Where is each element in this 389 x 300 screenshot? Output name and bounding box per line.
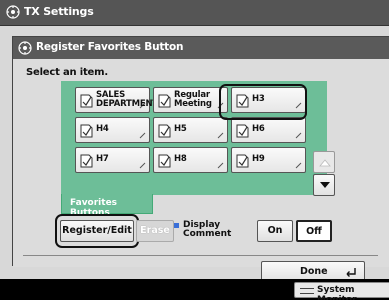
off-label: Off bbox=[306, 226, 322, 237]
display-comment-label: Display Comment bbox=[174, 220, 232, 239]
select-item-prompt: Select an item. bbox=[26, 67, 108, 78]
document-icon bbox=[80, 124, 93, 138]
favorite-button[interactable]: H5 bbox=[153, 117, 228, 143]
display-comment-off-button[interactable]: Off bbox=[296, 220, 332, 242]
system-monitor-button[interactable]: System Monitor bbox=[294, 282, 389, 300]
favorite-button-label: H8 bbox=[174, 154, 187, 164]
done-label: Done bbox=[300, 266, 328, 277]
system-monitor-label: System Monitor bbox=[317, 285, 357, 300]
settings-icon bbox=[6, 5, 20, 19]
favorite-button-label: H6 bbox=[252, 124, 265, 134]
favorite-button[interactable]: Regular Meeting bbox=[153, 87, 228, 113]
resize-corner-icon bbox=[139, 132, 146, 139]
scroll-up-button[interactable] bbox=[313, 151, 335, 173]
divider bbox=[23, 255, 378, 256]
system-bar: System Monitor bbox=[0, 279, 389, 300]
monitor-icon bbox=[300, 288, 314, 294]
favorites-buttons-tab[interactable]: Favorites Buttons bbox=[61, 194, 153, 218]
window-title: TX Settings bbox=[24, 5, 94, 18]
favorite-button-label: H4 bbox=[96, 124, 109, 134]
window-title-bar: TX Settings bbox=[0, 0, 389, 26]
document-icon bbox=[158, 94, 171, 108]
favorite-button[interactable]: H6 bbox=[231, 117, 306, 143]
favorite-button-label: H5 bbox=[174, 124, 187, 134]
resize-corner-icon bbox=[139, 162, 146, 169]
register-edit-label: Register/Edit bbox=[62, 225, 132, 236]
resize-corner-icon bbox=[295, 132, 302, 139]
settings-icon bbox=[18, 41, 32, 55]
register-edit-button[interactable]: Register/Edit bbox=[60, 220, 134, 242]
favorite-button[interactable]: H7 bbox=[75, 147, 150, 173]
dialog-title-bar: Register Favorites Button bbox=[13, 37, 389, 59]
favorite-button[interactable]: H8 bbox=[153, 147, 228, 173]
document-icon bbox=[236, 124, 249, 138]
document-icon bbox=[236, 154, 249, 168]
resize-corner-icon bbox=[217, 132, 224, 139]
document-icon bbox=[80, 94, 93, 108]
chevron-up-icon bbox=[319, 159, 331, 167]
erase-label: Erase bbox=[140, 225, 170, 236]
favorite-button-label: H7 bbox=[96, 154, 109, 164]
chevron-down-icon bbox=[320, 182, 330, 188]
document-icon bbox=[158, 124, 171, 138]
selected-highlight bbox=[219, 84, 307, 120]
document-icon bbox=[80, 154, 93, 168]
favorite-button[interactable]: H4 bbox=[75, 117, 150, 143]
resize-corner-icon bbox=[295, 162, 302, 169]
favorite-button[interactable]: H9 bbox=[231, 147, 306, 173]
display-comment-text: Display Comment bbox=[183, 220, 232, 239]
display-comment-on-button[interactable]: On bbox=[257, 220, 293, 242]
favorite-button-label: SALES DEPARTMENT bbox=[96, 90, 159, 109]
enter-icon bbox=[346, 268, 356, 277]
register-favorites-dialog: Register Favorites Button Select an item… bbox=[12, 36, 389, 283]
erase-button[interactable]: Erase bbox=[136, 220, 174, 242]
favorite-button-label: H9 bbox=[252, 154, 265, 164]
favorite-button[interactable]: SALES DEPARTMENT bbox=[75, 87, 158, 113]
dialog-title: Register Favorites Button bbox=[36, 41, 184, 53]
scroll-down-button[interactable] bbox=[313, 174, 335, 196]
screen: TX Settings Register Favorites Button Se… bbox=[0, 0, 389, 300]
favorite-button-label: Regular Meeting bbox=[174, 90, 212, 109]
on-label: On bbox=[267, 225, 283, 236]
bullet-icon bbox=[174, 223, 179, 228]
document-icon bbox=[158, 154, 171, 168]
dialog-body: Select an item. Favorites Buttons SALES … bbox=[13, 59, 389, 283]
resize-corner-icon bbox=[217, 162, 224, 169]
